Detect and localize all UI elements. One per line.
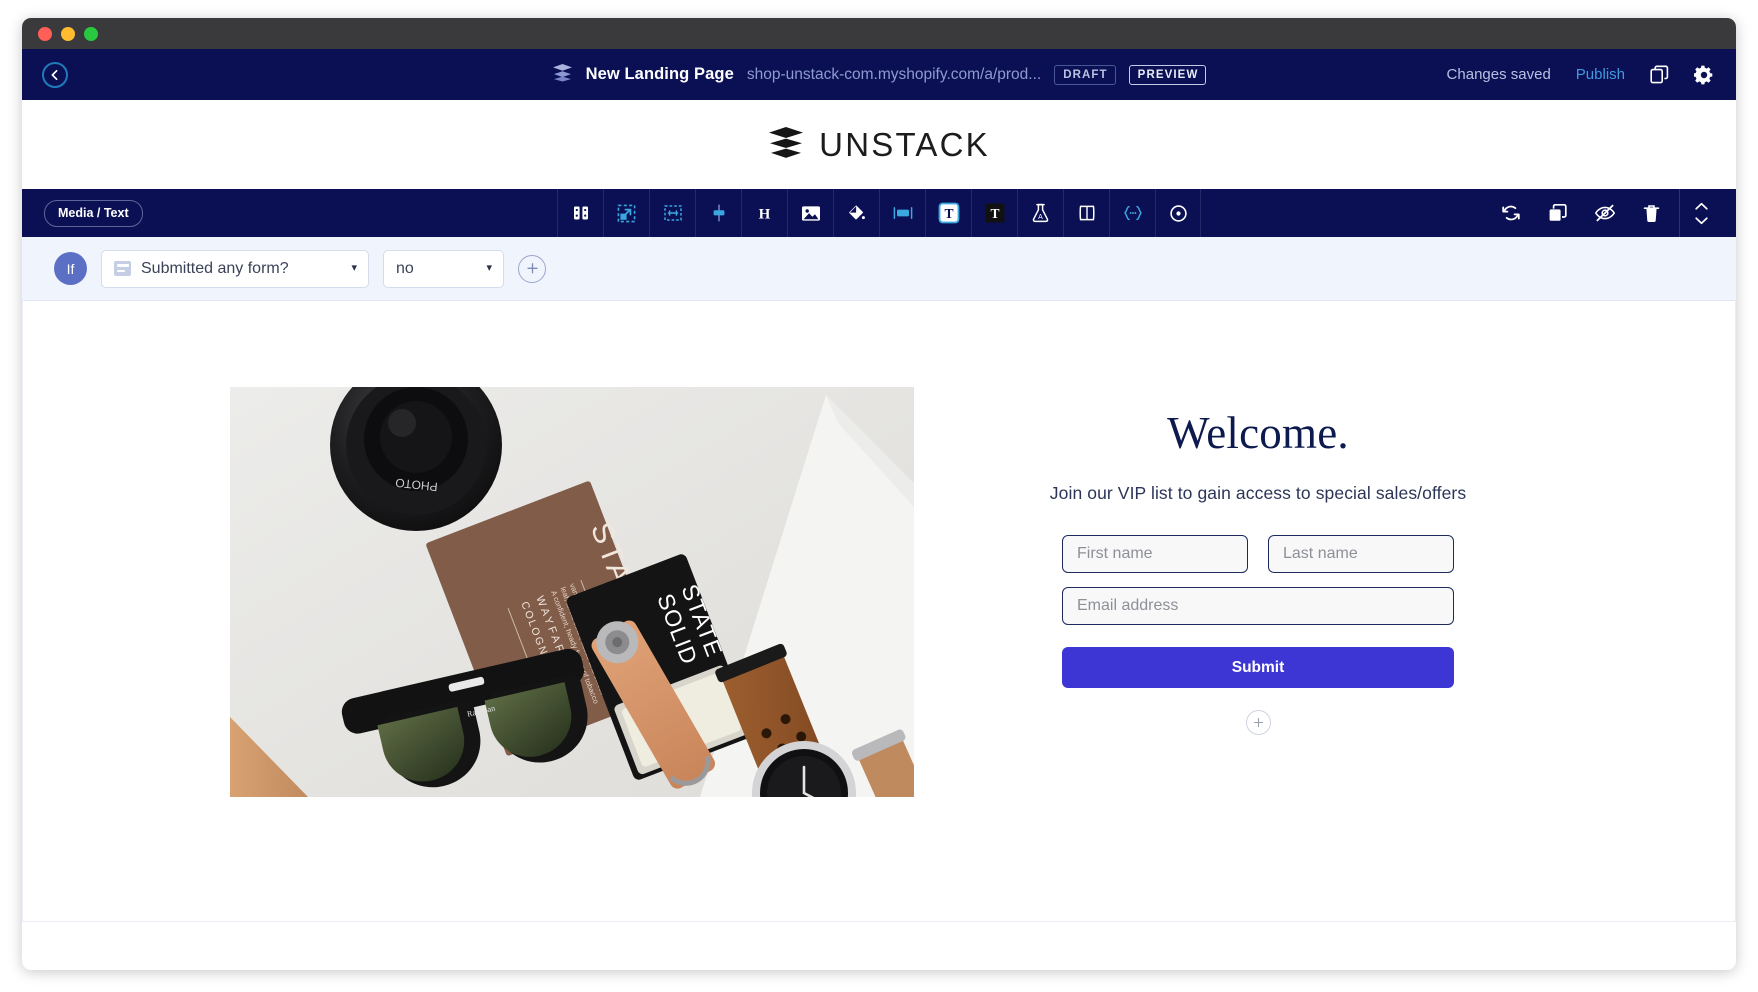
page-url: shop-unstack-com.myshopify.com/a/prod...: [746, 65, 1042, 83]
toolbar-divider: [1679, 189, 1680, 237]
svg-text:H: H: [759, 206, 771, 221]
hero-image[interactable]: PHOTO STATE WAYFARER A confident, heady …: [230, 387, 914, 797]
maximize-window-button[interactable]: [84, 26, 98, 41]
resize-section-icon[interactable]: [603, 189, 649, 237]
svg-text:T: T: [990, 206, 999, 221]
vertical-align-icon[interactable]: [695, 189, 741, 237]
spacing-width-icon[interactable]: [649, 189, 695, 237]
chevron-left-icon: [49, 69, 61, 81]
copy-icon[interactable]: [1650, 65, 1669, 84]
condition-bar: If Submitted any form? ▾ no ▾: [22, 237, 1736, 301]
media-text-block: PHOTO STATE WAYFARER A confident, heady …: [23, 301, 1735, 797]
desktop-background: New Landing Page shop-unstack-com.myshop…: [0, 0, 1758, 992]
text-color-dark-icon[interactable]: T: [971, 189, 1017, 237]
gear-icon[interactable]: [1694, 65, 1714, 85]
hero-image-illustration: PHOTO STATE WAYFARER A confident, heady …: [230, 387, 914, 797]
image-icon[interactable]: [787, 189, 833, 237]
minimize-window-button[interactable]: [61, 26, 75, 41]
chevron-down-icon: ▾: [351, 262, 357, 274]
page-canvas: PHOTO STATE WAYFARER A confident, heady …: [22, 301, 1736, 922]
delete-block-icon[interactable]: [1628, 189, 1675, 237]
condition-answer-value: no: [396, 259, 414, 277]
text-color-light-icon[interactable]: T: [925, 189, 971, 237]
page-title: New Landing Page: [585, 65, 734, 83]
stack-layers-icon: [552, 63, 573, 87]
heading-icon[interactable]: H: [741, 189, 787, 237]
publish-button[interactable]: Publish: [1576, 66, 1625, 83]
form-icon: [114, 261, 131, 276]
layout-columns-icon[interactable]: [557, 189, 603, 237]
container-width-icon[interactable]: [1063, 189, 1109, 237]
hide-block-icon[interactable]: [1581, 189, 1628, 237]
svg-text:A: A: [1038, 214, 1043, 221]
block-tools-group: H T T A: [557, 189, 1201, 237]
refresh-icon[interactable]: [1487, 189, 1534, 237]
stack-layers-icon: [768, 126, 804, 164]
condition-select-value: Submitted any form?: [141, 259, 289, 277]
site-brand-bar: UNSTACK: [22, 100, 1736, 189]
block-toolbar: Media / Text H T T A: [22, 189, 1736, 237]
submit-button[interactable]: Submit: [1062, 647, 1454, 688]
embed-code-icon[interactable]: [1109, 189, 1155, 237]
close-window-button[interactable]: [38, 26, 52, 41]
if-badge[interactable]: If: [54, 252, 87, 285]
preview-button[interactable]: PREVIEW: [1128, 64, 1207, 85]
condition-select[interactable]: Submitted any form? ▾: [101, 249, 369, 288]
app-header-actions: Changes saved Publish: [1447, 65, 1714, 85]
block-actions-group: [1487, 189, 1718, 237]
target-personalize-icon[interactable]: [1155, 189, 1201, 237]
duplicate-block-icon[interactable]: [1534, 189, 1581, 237]
chevron-down-icon: ▾: [486, 262, 492, 274]
block-type-chip[interactable]: Media / Text: [44, 199, 143, 227]
button-icon[interactable]: [879, 189, 925, 237]
browser-window: New Landing Page shop-unstack-com.myshop…: [22, 18, 1736, 970]
add-block-button[interactable]: [1245, 710, 1271, 735]
email-input[interactable]: Email address: [1062, 587, 1454, 625]
background-fill-icon[interactable]: [833, 189, 879, 237]
status-badge: DRAFT: [1054, 64, 1116, 85]
save-status: Changes saved: [1446, 66, 1551, 83]
condition-answer-select[interactable]: no ▾: [383, 249, 504, 288]
window-titlebar: [22, 18, 1736, 49]
hero-subheading[interactable]: Join our VIP list to gain access to spec…: [988, 483, 1528, 504]
add-condition-button[interactable]: [518, 254, 546, 283]
window-controls: [38, 26, 98, 41]
hero-heading[interactable]: Welcome.: [988, 407, 1528, 459]
signup-form: First name Last name Email address Submi…: [988, 535, 1528, 688]
app-header: New Landing Page shop-unstack-com.myshop…: [22, 49, 1736, 100]
name-fields-row: First name Last name: [1062, 535, 1454, 573]
svg-text:T: T: [944, 206, 953, 221]
hero-text-column: Welcome. Join our VIP list to gain acces…: [988, 387, 1528, 797]
move-up-down-icon[interactable]: [1684, 202, 1718, 225]
back-button[interactable]: [42, 61, 68, 88]
ab-test-icon[interactable]: A: [1017, 189, 1063, 237]
last-name-input[interactable]: Last name: [1268, 535, 1454, 573]
site-wordmark: UNSTACK: [819, 125, 990, 163]
first-name-input[interactable]: First name: [1062, 535, 1248, 573]
